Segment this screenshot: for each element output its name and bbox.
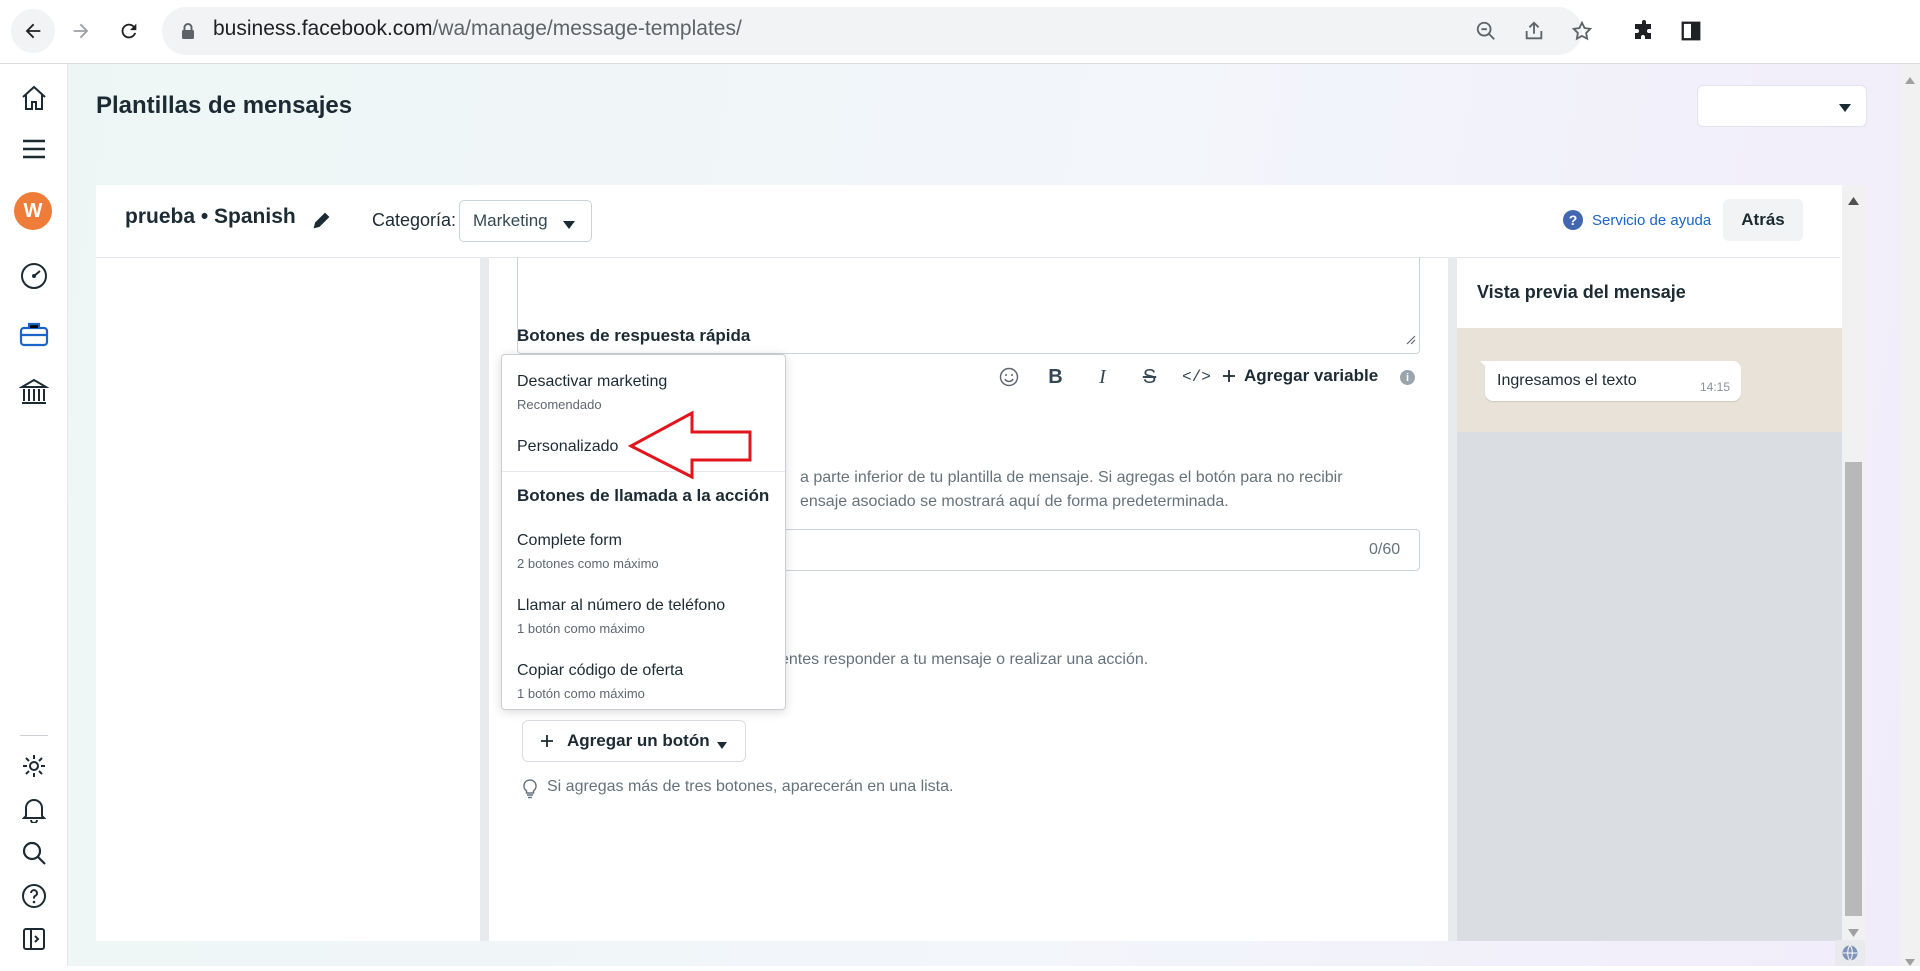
bank-building-icon[interactable] <box>16 374 52 410</box>
info-icon[interactable]: i <box>1400 370 1415 385</box>
menu-item-sublabel: 2 botones como máximo <box>517 556 659 571</box>
home-icon[interactable] <box>16 80 52 116</box>
plus-icon <box>540 734 554 753</box>
extensions-puzzle-icon[interactable] <box>1632 19 1656 48</box>
scroll-up-arrow-icon[interactable] <box>1848 192 1859 210</box>
menu-item-label: Complete form <box>517 532 622 549</box>
menu-item-label: Llamar al número de teléfono <box>517 597 726 614</box>
cta-section-heading: Botones de llamada a la acción <box>517 486 770 505</box>
menu-item-custom[interactable]: Personalizado <box>517 438 618 456</box>
page-title: Plantillas de mensajes <box>96 92 353 119</box>
add-button-label: Agregar un botón <box>567 731 710 750</box>
caret-down-icon <box>562 217 576 235</box>
notifications-bell-icon[interactable] <box>16 792 52 828</box>
help-question-icon[interactable] <box>16 878 52 914</box>
footer-description: a parte inferior de tu plantilla de mens… <box>800 469 1343 510</box>
code-icon[interactable]: </> <box>1173 362 1220 392</box>
caret-down-icon <box>1838 100 1852 118</box>
rail-divider <box>20 735 48 736</box>
category-select[interactable]: Marketing <box>459 200 592 242</box>
resize-handle-icon[interactable] <box>1406 332 1416 350</box>
formatting-toolbar: B I S </> <box>985 362 1220 392</box>
menu-item-sublabel: 1 botón como máximo <box>517 686 645 701</box>
sidebar-toggle-icon[interactable] <box>16 921 52 957</box>
footer-char-counter: 0/60 <box>1369 541 1401 558</box>
account-selector[interactable] <box>1697 85 1867 127</box>
url-path: /wa/manage/message-templates/ <box>432 17 742 40</box>
column-divider-right <box>1448 257 1457 941</box>
page-scroll-down-arrow-icon[interactable] <box>1905 953 1915 971</box>
caret-down-icon <box>716 737 728 755</box>
share-icon[interactable] <box>1523 20 1545 47</box>
briefcase-tools-icon[interactable] <box>16 316 52 352</box>
lightbulb-icon <box>522 779 538 804</box>
italic-icon[interactable]: I <box>1079 362 1126 392</box>
bookmark-star-icon[interactable] <box>1571 20 1593 47</box>
side-panel-icon[interactable] <box>1680 20 1702 47</box>
back-button[interactable]: Atrás <box>1723 199 1803 241</box>
search-icon[interactable] <box>16 835 52 871</box>
menu-item-call-phone[interactable]: Llamar al número de teléfono 1 botón com… <box>517 597 725 636</box>
menu-item-opt-out-marketing[interactable]: Desactivar marketing Recomendado <box>517 373 667 412</box>
add-button-dropdown[interactable]: Agregar un botón <box>522 720 746 762</box>
annotation-arrow-icon <box>627 410 754 485</box>
strikethrough-icon[interactable]: S <box>1126 362 1173 392</box>
menu-item-label: Desactivar marketing <box>517 373 668 390</box>
account-avatar[interactable]: W <box>14 192 52 230</box>
preview-empty-area <box>1457 432 1842 941</box>
menu-item-sublabel: 1 botón como máximo <box>517 621 645 636</box>
menu-item-label: Copiar código de oferta <box>517 662 684 679</box>
message-text: Ingresamos el texto <box>1497 372 1637 389</box>
plus-icon <box>1223 370 1235 382</box>
page-scrollbar[interactable] <box>1900 64 1920 966</box>
menu-hamburger-icon[interactable] <box>16 131 52 167</box>
add-button-menu: Desactivar marketing Recomendado Persona… <box>501 354 786 710</box>
back-arrow-icon[interactable] <box>11 9 55 53</box>
menu-item-complete-form[interactable]: Complete form 2 botones como máximo <box>517 532 659 571</box>
reload-icon[interactable] <box>107 9 151 53</box>
category-value: Marketing <box>473 211 548 230</box>
quick-reply-heading: Botones de respuesta rápida <box>517 326 751 345</box>
emoji-icon[interactable] <box>985 362 1032 392</box>
settings-gear-icon[interactable] <box>16 748 52 784</box>
url-host: business.facebook.com <box>213 17 433 40</box>
panel-scrollbar-thumb[interactable] <box>1845 462 1862 916</box>
add-variable-button[interactable]: Agregar variable <box>1222 366 1378 386</box>
forward-arrow-icon[interactable] <box>59 9 103 53</box>
column-divider-left <box>480 257 489 941</box>
lock-icon[interactable] <box>180 22 196 45</box>
menu-item-label: Personalizado <box>517 438 619 455</box>
globe-icon[interactable] <box>1835 940 1865 966</box>
bubble-tail <box>1480 361 1490 371</box>
category-label: Categoría: <box>372 210 457 230</box>
buttons-description: entes responder a tu mensaje o realizar … <box>780 651 1149 668</box>
help-circle-icon[interactable]: ? <box>1563 210 1583 230</box>
help-center-link[interactable]: Servicio de ayuda <box>1592 212 1711 229</box>
buttons-tip: Si agregas más de tres botones, aparecer… <box>547 778 954 795</box>
edit-pencil-icon[interactable] <box>313 211 331 234</box>
page-scroll-up-arrow-icon[interactable] <box>1905 71 1915 89</box>
url-text[interactable]: business.facebook.com/wa/manage/message-… <box>213 17 742 41</box>
dashboard-gauge-icon[interactable] <box>16 258 52 294</box>
template-name: prueba • Spanish <box>125 205 296 228</box>
message-time: 14:15 <box>1700 380 1731 394</box>
menu-item-copy-offer-code[interactable]: Copiar código de oferta 1 botón como máx… <box>517 662 683 701</box>
footer-text-input[interactable] <box>770 529 1420 571</box>
bold-icon[interactable]: B <box>1032 362 1079 392</box>
zoom-out-icon[interactable] <box>1475 20 1497 47</box>
preview-heading: Vista previa del mensaje <box>1477 282 1686 302</box>
add-variable-label: Agregar variable <box>1244 366 1379 385</box>
